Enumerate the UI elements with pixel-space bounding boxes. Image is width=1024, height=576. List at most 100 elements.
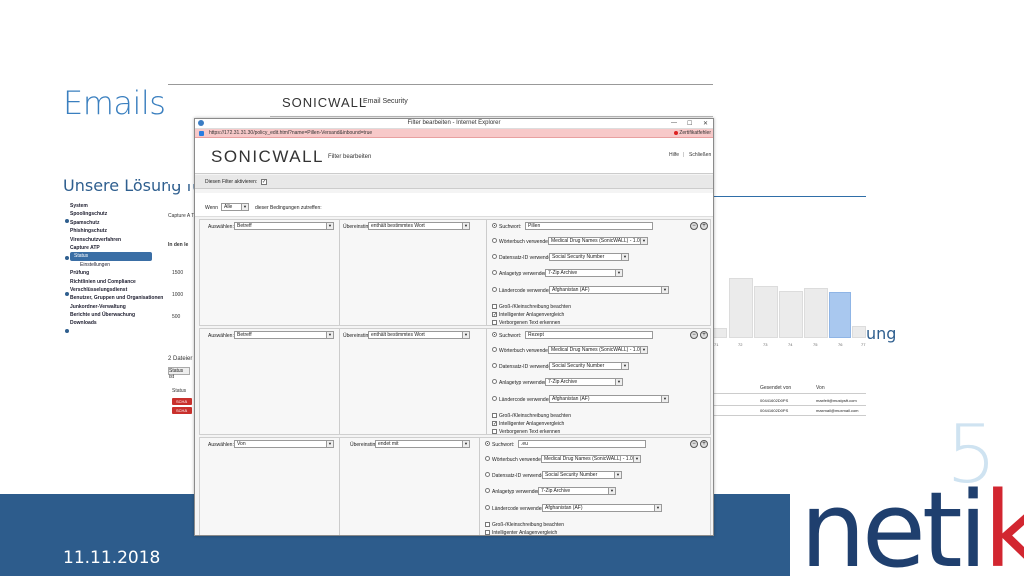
select-value: Social Security Number: [552, 254, 605, 260]
maximize-icon[interactable]: ☐: [687, 120, 692, 127]
sidebar-item[interactable]: Berichte und Überwachung: [70, 311, 152, 319]
sidebar-item[interactable]: Phishingschutz: [70, 227, 152, 235]
woerterbuch-select[interactable]: Medical Drug Names (SonicWALL) - 1.0 ▼: [548, 346, 648, 354]
sidebar-item[interactable]: Spoolingschutz: [70, 210, 152, 218]
remove-condition-icon[interactable]: −: [690, 440, 698, 448]
sidebar-item[interactable]: Junkordner-Verwaltung: [70, 303, 152, 311]
datensatz-radio[interactable]: [492, 363, 497, 368]
enable-filter-row: Diesen Filter aktivieren: ✓: [195, 175, 713, 189]
hidden-checkbox[interactable]: [492, 429, 497, 434]
sidebar-item[interactable]: Downloads: [70, 319, 152, 327]
intel-checkbox[interactable]: ✓: [492, 421, 497, 427]
anlagetyp-select[interactable]: 7-Zip Archive ▼: [545, 269, 623, 277]
suchwort-radio[interactable]: [485, 441, 490, 446]
case-checkbox[interactable]: [492, 413, 497, 418]
sidebar-item[interactable]: Einstellungen: [70, 261, 152, 269]
field-select[interactable]: Von ▼: [234, 440, 334, 448]
remove-condition-icon[interactable]: −: [690, 222, 698, 230]
intel-checkbox[interactable]: [485, 530, 490, 535]
sidebar-item[interactable]: Spamschutz: [70, 219, 152, 227]
hidden-label: Verborgenen Text erkennen: [499, 320, 561, 326]
address-url[interactable]: https://172.31.31.30/policy_edit.html?na…: [209, 130, 372, 136]
field-select[interactable]: Betreff ▼: [234, 331, 334, 339]
woerterbuch-select[interactable]: Medical Drug Names (SonicWALL) - 1.0 ▼: [548, 237, 648, 245]
woerterbuch-radio[interactable]: [492, 238, 497, 243]
laendercode-radio[interactable]: [492, 396, 497, 401]
case-checkbox[interactable]: [492, 304, 497, 309]
add-condition-icon[interactable]: +: [700, 440, 708, 448]
datensatz-label: Datensatz-ID verwenden:: [499, 364, 556, 370]
remove-condition-icon[interactable]: −: [690, 331, 698, 339]
laendercode-select[interactable]: Afghanistan (AF) ▼: [549, 286, 669, 294]
sidebar-item[interactable]: Capture ATP: [70, 244, 152, 252]
woerterbuch-select[interactable]: Medical Drug Names (SonicWALL) - 1.0 ▼: [541, 455, 641, 463]
intel-checkbox[interactable]: ✓: [492, 312, 497, 318]
status-column-header: Status: [172, 388, 187, 394]
help-link[interactable]: Hilfe: [669, 152, 679, 158]
anlagetyp-select[interactable]: 7-Zip Archive ▼: [538, 487, 616, 495]
select-value: Medical Drug Names (SonicWALL) - 1.0: [544, 456, 633, 462]
laendercode-select[interactable]: Afghanistan (AF) ▼: [542, 504, 662, 512]
link-separator: |: [683, 152, 685, 158]
chevron-down-icon: ▼: [654, 505, 661, 511]
hidden-checkbox[interactable]: [492, 320, 497, 325]
address-bar[interactable]: https://172.31.31.30/policy_edit.html?na…: [195, 129, 713, 138]
chevron-down-icon: ▼: [621, 363, 628, 369]
anlagetyp-select[interactable]: 7-Zip Archive ▼: [545, 378, 623, 386]
sidebar-item[interactable]: Verschlüsselungsdienst: [70, 286, 152, 294]
match-select[interactable]: endet mit ▼: [375, 440, 470, 448]
laendercode-radio[interactable]: [492, 287, 497, 292]
sidebar-item[interactable]: Virenschutzverfahren: [70, 236, 152, 244]
suchwort-radio[interactable]: [492, 223, 497, 228]
case-checkbox[interactable]: [485, 522, 490, 527]
match-select[interactable]: enthält bestimmtes Wort ▼: [368, 222, 470, 230]
status-badge-label: SCHÄ: [176, 408, 188, 413]
woerterbuch-radio[interactable]: [492, 347, 497, 352]
datensatz-select[interactable]: Social Security Number ▼: [542, 471, 622, 479]
sidebar-item[interactable]: System: [70, 202, 152, 210]
datensatz-radio[interactable]: [485, 472, 490, 477]
add-condition-icon[interactable]: +: [700, 331, 708, 339]
close-link[interactable]: Schließen: [689, 152, 711, 158]
keyword-input[interactable]: Pillen: [525, 222, 653, 230]
enable-filter-checkbox[interactable]: ✓: [261, 179, 267, 185]
filter-condition-block: Auswählen: Von ▼ Übereinstimmung: endet mit ▼…: [199, 437, 711, 535]
background-sidebar-nav: System Spoolingschutz Spamschutz Phishingsc…: [70, 202, 163, 328]
background-product-name: Email Security: [363, 98, 408, 105]
sidebar-item[interactable]: Status: [70, 252, 152, 261]
minimize-icon[interactable]: —: [671, 120, 677, 126]
keyword-input[interactable]: .eu: [518, 440, 646, 448]
select-value: 7-Zip Archive: [541, 488, 571, 494]
condition-mode-select[interactable]: Alle ▼: [221, 203, 249, 211]
close-icon[interactable]: ✕: [703, 120, 708, 127]
sidebar-item[interactable]: Richtlinien und Compliance: [70, 278, 152, 286]
datensatz-select[interactable]: Social Security Number ▼: [549, 362, 629, 370]
logo-text-part: neti: [800, 469, 988, 576]
hidden-label: Verborgenen Text erkennen: [499, 429, 561, 435]
woerterbuch-radio[interactable]: [485, 456, 490, 461]
netik-logo: netik: [800, 478, 1024, 576]
field-select-label: Auswählen:: [208, 333, 234, 339]
anlagetyp-radio[interactable]: [492, 379, 497, 384]
field-select[interactable]: Betreff ▼: [234, 222, 334, 230]
keyword-input[interactable]: Rezept: [525, 331, 653, 339]
anlagetyp-radio[interactable]: [485, 488, 490, 493]
background-separator: [270, 116, 713, 117]
cert-error-icon: [674, 130, 679, 135]
laendercode-select[interactable]: Afghanistan (AF) ▼: [549, 395, 669, 403]
certificate-error[interactable]: Zertifikatfehler: [674, 130, 711, 136]
add-condition-icon[interactable]: +: [700, 222, 708, 230]
match-select[interactable]: enthält bestimmtes Wort ▼: [368, 331, 470, 339]
anlagetyp-radio[interactable]: [492, 270, 497, 275]
laendercode-label: Ländercode verwenden:: [499, 288, 553, 294]
status-filter-button[interactable]: Status ist: [168, 367, 190, 380]
sidebar-item[interactable]: Benutzer, Gruppen und Organisationen: [70, 294, 163, 302]
laendercode-radio[interactable]: [485, 505, 490, 510]
condition-wenn-label: Wenn: [205, 205, 218, 211]
suchwort-radio[interactable]: [492, 332, 497, 337]
datensatz-radio[interactable]: [492, 254, 497, 259]
intel-label: Intelligenter Anlagenvergleich: [499, 312, 565, 318]
y-tick: 500: [172, 314, 181, 320]
datensatz-select[interactable]: Social Security Number ▼: [549, 253, 629, 261]
sidebar-item[interactable]: Prüfung: [70, 269, 152, 277]
